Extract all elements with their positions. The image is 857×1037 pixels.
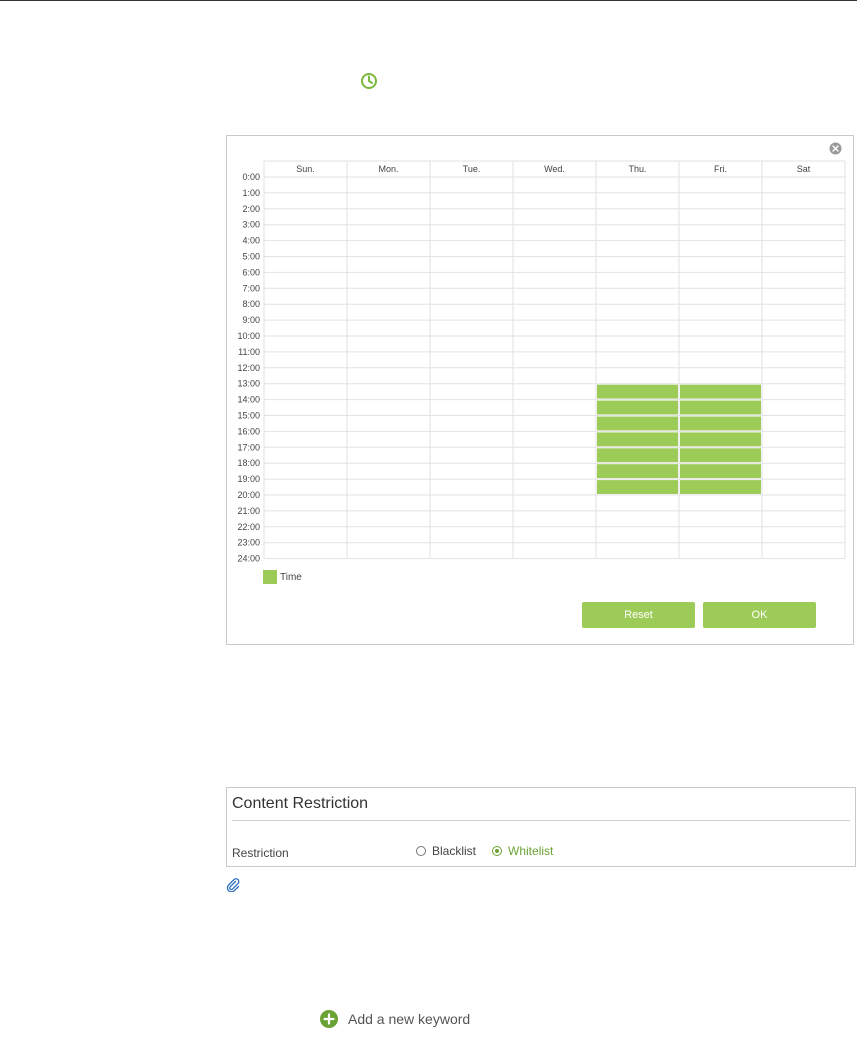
paperclip-icon: [226, 878, 240, 892]
selected-time-cell[interactable]: [597, 416, 678, 431]
hour-label: 4:00: [242, 236, 260, 246]
legend: Time: [263, 570, 302, 584]
day-label-fri: Fri.: [714, 164, 727, 174]
hour-label: 18:00: [237, 458, 260, 468]
section-title: Content Restriction: [232, 795, 369, 812]
blacklist-radio[interactable]: Blacklist: [416, 844, 476, 858]
hour-label: 22:00: [237, 522, 260, 532]
selected-time-cell[interactable]: [597, 384, 678, 399]
plus-circle-icon[interactable]: [320, 1010, 338, 1028]
day-label-tue: Tue.: [463, 164, 481, 174]
hour-label: 24:00: [237, 554, 260, 564]
blacklist-label[interactable]: Blacklist: [432, 844, 476, 858]
radio-circle-checked[interactable]: [492, 846, 503, 856]
hour-label: 2:00: [242, 204, 260, 214]
hour-label: 23:00: [237, 538, 260, 548]
selected-time-cell[interactable]: [680, 432, 761, 447]
reset-button[interactable]: Reset: [582, 602, 695, 628]
hour-label: 20:00: [237, 490, 260, 500]
add-keyword-button[interactable]: Add a new keyword: [320, 1010, 470, 1028]
selected-time-cell[interactable]: [597, 480, 678, 494]
top-divider: [0, 0, 857, 1]
schedule-panel: Sun. Mon. Tue. Wed. Thu. Fri. Sat 0:00 1:00 2:00 3…: [226, 135, 854, 645]
selected-time-cell[interactable]: [680, 416, 761, 431]
selected-time-cell[interactable]: [597, 448, 678, 463]
schedule-grid[interactable]: Sun. Mon. Tue. Wed. Thu. Fri. Sat 0:00 1:00 2:00 3…: [227, 136, 853, 566]
hour-label: 17:00: [237, 442, 260, 452]
selected-time-cell[interactable]: [680, 464, 761, 479]
hour-label: 0:00: [242, 172, 260, 182]
legend-swatch: [263, 570, 277, 584]
selected-time-cell[interactable]: [597, 464, 678, 479]
hour-label: 7:00: [242, 283, 260, 293]
hour-label: 9:00: [242, 315, 260, 325]
hour-label: 3:00: [242, 220, 260, 230]
content-restriction-panel: Content Restriction Restriction Blacklis…: [226, 787, 856, 867]
hour-label: 1:00: [242, 188, 260, 198]
radio-circle[interactable]: [416, 846, 426, 856]
restriction-label: Restriction: [232, 846, 289, 860]
hour-label: 21:00: [237, 506, 260, 516]
selected-time-cell[interactable]: [680, 400, 761, 415]
selected-time-cell[interactable]: [597, 400, 678, 415]
hour-label: 15:00: [237, 411, 260, 421]
hour-label: 14:00: [237, 395, 260, 405]
hour-label: 6:00: [242, 267, 260, 277]
clock-icon: [361, 73, 377, 89]
hour-label: 19:00: [237, 474, 260, 484]
day-label-sun: Sun.: [296, 164, 315, 174]
hour-label: 11:00: [238, 347, 260, 357]
selected-time-cell[interactable]: [680, 480, 761, 494]
day-label-thu: Thu.: [628, 164, 646, 174]
whitelist-label[interactable]: Whitelist: [508, 844, 553, 858]
ok-button[interactable]: OK: [703, 602, 816, 628]
day-label-sat: Sat: [797, 164, 811, 174]
hour-label: 12:00: [237, 363, 260, 373]
selected-time-cell[interactable]: [597, 432, 678, 447]
hour-label: 16:00: [237, 426, 260, 436]
hour-label: 5:00: [242, 252, 260, 262]
selected-time-cell[interactable]: [680, 448, 761, 463]
hour-label: 13:00: [237, 379, 260, 389]
hour-label: 10:00: [237, 331, 260, 341]
day-label-wed: Wed.: [544, 164, 565, 174]
add-keyword-label[interactable]: Add a new keyword: [348, 1011, 470, 1027]
legend-label: Time: [280, 571, 302, 583]
whitelist-radio[interactable]: Whitelist: [492, 844, 553, 858]
day-label-mon: Mon.: [378, 164, 398, 174]
title-divider: [232, 820, 850, 821]
selected-time-cell[interactable]: [680, 384, 761, 399]
hour-label: 8:00: [242, 299, 260, 309]
restriction-radio-group: Blacklist Whitelist: [416, 844, 569, 858]
